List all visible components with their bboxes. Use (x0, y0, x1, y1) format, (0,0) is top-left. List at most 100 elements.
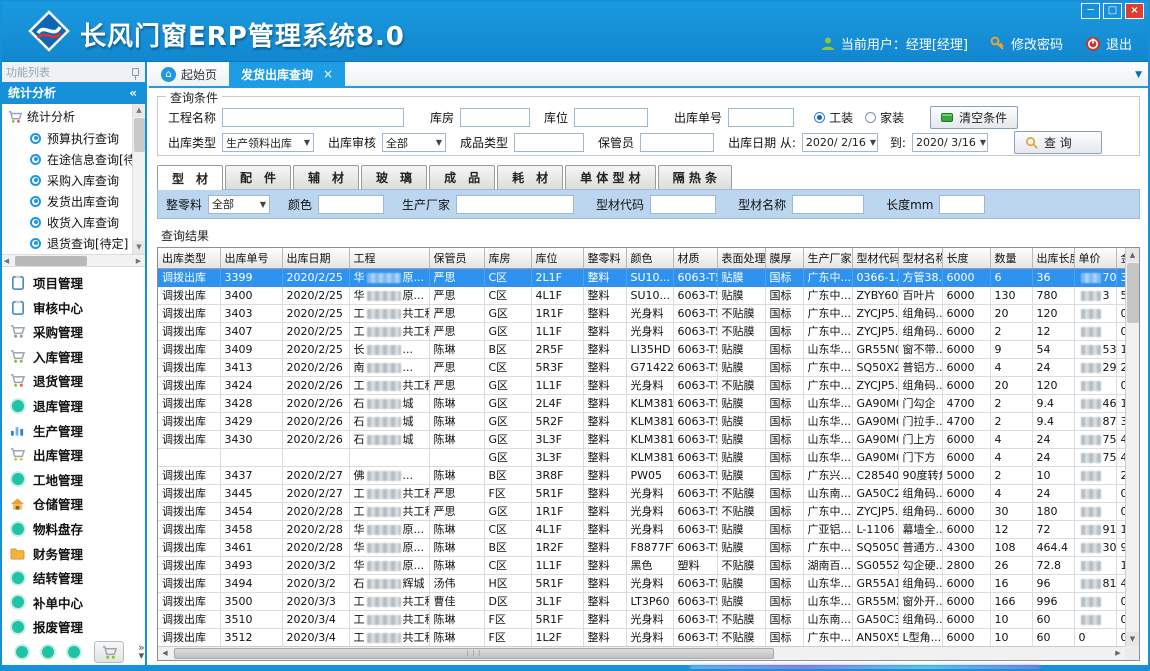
table-cell[interactable]: 24 (1032, 484, 1074, 502)
project-name-input[interactable] (222, 108, 404, 127)
table-cell[interactable]: 2020/2/25 (282, 268, 349, 286)
table-cell[interactable]: 2 (990, 466, 1032, 484)
table-row[interactable]: 调拨出库34002020/2/25华原...严思C区4L1F整料SU10...6… (158, 286, 1140, 304)
table-cell[interactable]: 调拨出库 (158, 466, 220, 484)
column-header-数量[interactable]: 数量 (990, 248, 1032, 268)
table-cell[interactable]: 贴膜 (717, 340, 765, 358)
table-cell[interactable]: 708 (1074, 268, 1116, 286)
sidebar-item-退库管理[interactable]: 退库管理 (0, 393, 145, 418)
table-cell[interactable]: 36 (1032, 268, 1074, 286)
table-cell[interactable]: 3461 (220, 538, 282, 556)
table-cell[interactable]: 6000 (942, 286, 990, 304)
table-cell[interactable]: 3413 (220, 358, 282, 376)
sidebar-item-结转管理[interactable]: 结转管理 (0, 565, 145, 590)
table-cell[interactable]: 2R5F (531, 340, 583, 358)
table-cell[interactable]: 6063-T5 (673, 412, 717, 430)
table-cell[interactable]: 6063-T5 (673, 340, 717, 358)
table-cell[interactable]: 国标 (765, 268, 803, 286)
table-row[interactable]: 调拨出库34942020/3/2石辉城汤伟H区5R1F整料光身料6063-T5贴… (158, 574, 1140, 592)
table-cell[interactable]: 光身料 (626, 502, 673, 520)
table-cell[interactable] (1074, 322, 1116, 340)
table-cell[interactable]: 工共工程 (349, 502, 429, 520)
table-cell[interactable]: 996 (1032, 592, 1074, 610)
scroll-right-icon[interactable]: ▶ (132, 255, 145, 267)
table-cell[interactable]: 60 (1032, 628, 1074, 646)
table-cell[interactable]: L-1106 (852, 520, 898, 538)
table-cell[interactable]: 调拨出库 (158, 340, 220, 358)
table-cell[interactable]: 山东华... (803, 430, 852, 448)
table-row[interactable]: 调拨出库35122020/3/4工共工程陈琳F区1L2F整料光身料6063-T5… (158, 628, 1140, 646)
sidebar-item-物料盘存[interactable]: 物料盘存 (0, 516, 145, 541)
color-input[interactable] (318, 195, 384, 214)
clear-conditions-button[interactable]: 清空条件 (930, 106, 1018, 129)
table-cell[interactable]: 60 (1032, 610, 1074, 628)
table-cell[interactable]: 广东中... (803, 304, 852, 322)
sidebar-item-仓储管理[interactable]: 仓储管理 (0, 492, 145, 517)
table-cell[interactable]: 537 (1074, 340, 1116, 358)
table-cell[interactable]: 2020/2/26 (282, 394, 349, 412)
table-cell[interactable]: 国标 (765, 538, 803, 556)
table-cell[interactable]: 不贴膜 (717, 322, 765, 340)
table-cell[interactable] (1074, 466, 1116, 484)
table-cell[interactable]: 不贴膜 (717, 628, 765, 646)
table-cell[interactable]: 光身料 (626, 628, 673, 646)
table-cell[interactable]: 黑色 (626, 556, 673, 574)
table-cell[interactable]: 石城 (349, 412, 429, 430)
sidebar-item-项目管理[interactable]: 项目管理 (0, 270, 145, 295)
table-cell[interactable]: 0 (1074, 628, 1116, 646)
material-tab-2[interactable]: 配 件 (225, 165, 291, 189)
table-row[interactable]: 调拨出库35002020/3/3工共工程曹佳D区3L1F整料LT3P606063… (158, 592, 1140, 610)
table-cell[interactable]: 0366-1.2 (852, 268, 898, 286)
table-cell[interactable]: G区 (484, 304, 531, 322)
table-cell[interactable]: 72.8 (1032, 556, 1074, 574)
table-cell[interactable]: 严思 (429, 322, 484, 340)
table-cell[interactable]: 调拨出库 (158, 610, 220, 628)
table-cell[interactable]: 勾企硬... (898, 556, 942, 574)
table-cell[interactable]: 整料 (583, 538, 626, 556)
table-cell[interactable]: 组角码... (898, 502, 942, 520)
table-cell[interactable]: 2020/3/4 (282, 628, 349, 646)
table-cell[interactable]: 不贴膜 (717, 610, 765, 628)
table-cell[interactable]: 门拉手... (898, 412, 942, 430)
table-cell[interactable]: 广东中... (803, 502, 852, 520)
table-cell[interactable]: 华原... (349, 286, 429, 304)
column-header-整零料[interactable]: 整零料 (583, 248, 626, 268)
table-cell[interactable]: LT3P60 (626, 592, 673, 610)
table-cell[interactable]: H区 (484, 574, 531, 592)
table-cell[interactable]: 华原... (349, 268, 429, 286)
table-cell[interactable]: 窗外开... (898, 592, 942, 610)
table-cell[interactable]: 严思 (429, 286, 484, 304)
table-cell[interactable]: 3L3F (531, 430, 583, 448)
table-cell[interactable]: 国标 (765, 286, 803, 304)
cart-module-button[interactable] (94, 641, 124, 663)
table-cell[interactable] (282, 448, 349, 466)
table-cell[interactable]: 6063-T5 (673, 268, 717, 286)
table-cell[interactable]: 整料 (583, 358, 626, 376)
table-cell[interactable]: 6063-T5 (673, 538, 717, 556)
table-cell[interactable]: 6000 (942, 628, 990, 646)
table-cell[interactable]: 整料 (583, 610, 626, 628)
table-cell[interactable]: 工共工程 (349, 592, 429, 610)
table-cell[interactable]: F区 (484, 628, 531, 646)
table-cell[interactable]: 调拨出库 (158, 286, 220, 304)
table-row[interactable]: 调拨出库34032020/2/25工共工程严思G区1R1F整料光身料6063-T… (158, 304, 1140, 322)
table-cell[interactable]: 调拨出库 (158, 538, 220, 556)
table-cell[interactable]: 4 (990, 484, 1032, 502)
material-tab-3[interactable]: 辅 材 (293, 165, 359, 189)
table-cell[interactable]: 石城 (349, 394, 429, 412)
table-cell[interactable]: 广亚铝... (803, 520, 852, 538)
table-cell[interactable]: 山东华... (803, 340, 852, 358)
table-cell[interactable]: 180 (1032, 502, 1074, 520)
table-cell[interactable]: 工共工程 (349, 376, 429, 394)
table-cell[interactable]: 广东兴... (803, 466, 852, 484)
profile-name-input[interactable] (792, 195, 864, 214)
scroll-thumb[interactable] (134, 118, 145, 152)
column-header-出库单号[interactable]: 出库单号 (220, 248, 282, 268)
table-cell[interactable]: 不贴膜 (717, 484, 765, 502)
table-cell[interactable]: 陈琳 (429, 466, 484, 484)
table-cell[interactable]: 工共工程 (349, 484, 429, 502)
table-cell[interactable]: 调拨出库 (158, 628, 220, 646)
table-cell[interactable]: 1R1F (531, 502, 583, 520)
table-cell[interactable] (1074, 556, 1116, 574)
table-cell[interactable]: 6063-T5 (673, 448, 717, 466)
